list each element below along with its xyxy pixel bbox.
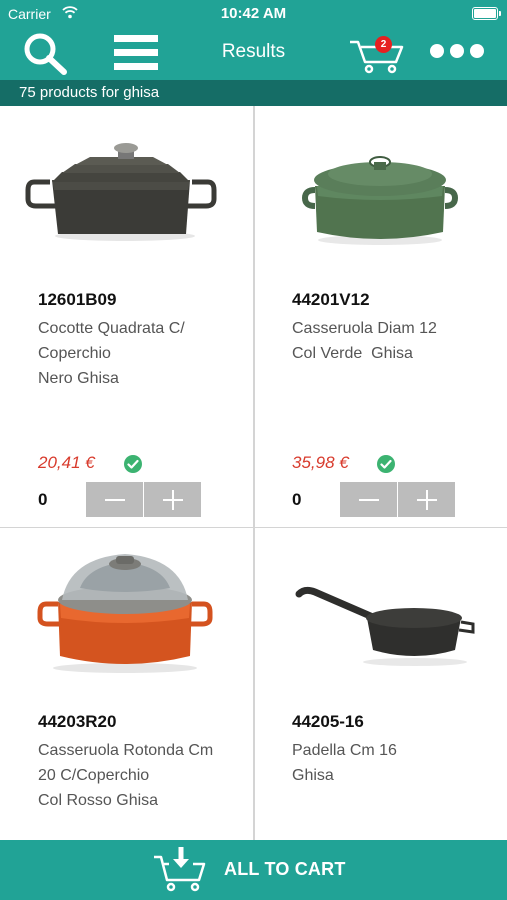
status-bar: Carrier 10:42 AM <box>0 0 507 28</box>
results-count-bar: 75 products for ghisa <box>0 80 507 106</box>
increase-quantity-button[interactable] <box>398 482 455 517</box>
product-name-line: Padella Cm 16 <box>292 742 397 759</box>
product-name-line: Col Verde Ghisa <box>292 345 413 362</box>
product-card[interactable]: 44203R20 Casseruola Rotonda Cm 20 C/Cope… <box>0 528 253 840</box>
product-name-line: Cocotte Quadrata C/ <box>38 320 185 337</box>
product-name: Padella Cm 16 Ghisa <box>292 738 492 788</box>
battery-icon <box>472 7 501 20</box>
product-code: 12601B09 <box>38 290 117 309</box>
cart-count-badge: 2 <box>375 36 392 53</box>
product-name: Casseruola Rotonda Cm 20 C/Coperchio Col… <box>38 738 238 813</box>
product-image <box>295 586 475 666</box>
minus-icon <box>359 499 379 501</box>
product-card[interactable]: 44205-16 Padella Cm 16 Ghisa <box>255 528 507 840</box>
availability-check-icon <box>377 455 395 473</box>
product-price: 35,98 € <box>292 453 349 472</box>
product-name-line: Ghisa <box>292 767 334 784</box>
product-card[interactable]: 44201V12 Casseruola Diam 12 Col Verde Gh… <box>255 106 507 527</box>
plus-icon <box>163 490 183 510</box>
product-code: 44201V12 <box>292 290 370 309</box>
product-name: Casseruola Diam 12 Col Verde Ghisa <box>292 316 492 366</box>
product-code: 44205-16 <box>292 712 364 731</box>
clock: 10:42 AM <box>220 5 287 22</box>
product-name-line: 20 C/Coperchio <box>38 767 150 784</box>
product-name-line: Casseruola Rotonda Cm <box>38 742 214 759</box>
increase-quantity-button[interactable] <box>144 482 201 517</box>
product-name-line: Coperchio <box>38 345 111 362</box>
product-name-line: Nero Ghisa <box>38 370 119 387</box>
product-name: Cocotte Quadrata C/ Coperchio Nero Ghisa <box>38 316 238 391</box>
minus-icon <box>105 499 125 501</box>
product-price: 20,41 € <box>38 453 95 472</box>
cart-button[interactable]: 2 <box>348 32 404 74</box>
product-card[interactable]: 12601B09 Cocotte Quadrata C/ Coperchio N… <box>0 106 253 527</box>
plus-icon <box>417 490 437 510</box>
decrease-quantity-button[interactable] <box>86 482 143 517</box>
availability-check-icon <box>124 455 142 473</box>
add-all-label: ALL TO CART <box>224 859 346 879</box>
product-grid: 12601B09 Cocotte Quadrata C/ Coperchio N… <box>0 106 507 840</box>
quantity-value: 0 <box>38 490 48 509</box>
product-name-line: Casseruola Diam 12 <box>292 320 437 337</box>
nav-bar: Results 2 <box>0 28 507 80</box>
product-image <box>301 156 459 245</box>
product-code: 44203R20 <box>38 712 117 731</box>
product-image <box>25 143 217 241</box>
product-image <box>37 554 213 673</box>
add-all-to-cart-button[interactable]: ALL TO CART <box>0 840 507 900</box>
decrease-quantity-button[interactable] <box>340 482 397 517</box>
more-button[interactable] <box>428 40 486 62</box>
cart-download-icon <box>154 847 206 892</box>
quantity-value: 0 <box>292 490 302 509</box>
product-name-line: Col Rosso Ghisa <box>38 792 159 809</box>
